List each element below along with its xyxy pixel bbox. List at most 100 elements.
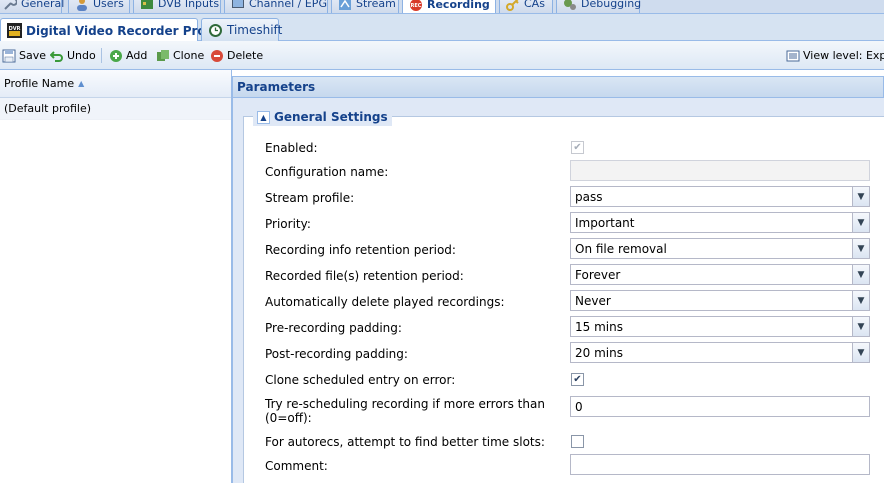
tab-label: Recording xyxy=(427,0,490,11)
priority-select[interactable]: Important ▼ xyxy=(570,212,870,233)
priority-label: Priority: xyxy=(265,217,311,231)
tab-label: Timeshift xyxy=(227,23,283,37)
clone-icon xyxy=(156,49,170,63)
clone-on-error-label: Clone scheduled entry on error: xyxy=(265,373,456,387)
auto-delete-label: Automatically delete played recordings: xyxy=(265,295,505,309)
autorec-slots-label: For autorecs, attempt to find better tim… xyxy=(265,435,545,449)
config-name-input[interactable] xyxy=(570,160,870,181)
tab-users[interactable]: Users xyxy=(68,0,130,13)
collapse-icon[interactable]: ▲ xyxy=(257,110,270,124)
undo-label: Undo xyxy=(67,49,96,62)
info-retention-label: Recording info retention period: xyxy=(265,243,456,257)
post-padding-select[interactable]: 20 mins ▼ xyxy=(570,342,870,363)
comment-input[interactable] xyxy=(570,454,870,475)
column-header-label: Profile Name xyxy=(4,77,75,90)
tab-general[interactable]: General xyxy=(0,0,65,13)
chevron-down-icon[interactable]: ▼ xyxy=(852,239,869,258)
tab-label: DVB Inputs xyxy=(158,0,220,10)
stream-icon xyxy=(338,0,352,11)
view-level-button[interactable]: View level: Expe xyxy=(786,47,884,64)
parameters-panel: Parameters Enabled: ✔ Configuration name… xyxy=(232,70,884,483)
clone-button[interactable]: Clone xyxy=(156,47,204,64)
tab-cas[interactable]: CAs xyxy=(499,0,553,13)
general-settings-legend[interactable]: ▲ General Settings xyxy=(253,108,392,126)
add-icon xyxy=(109,49,123,63)
comment-label: Comment: xyxy=(265,459,328,473)
toolbar: Save Undo Add Clone Delete View level: E… xyxy=(0,41,884,70)
reschedule-input[interactable]: 0 xyxy=(570,396,870,417)
tab-channel-epg[interactable]: Channel / EPG xyxy=(224,0,328,13)
add-label: Add xyxy=(126,49,148,62)
clock-icon xyxy=(208,23,223,38)
autorec-slots-checkbox[interactable] xyxy=(571,435,584,448)
enabled-label: Enabled: xyxy=(265,141,318,155)
column-header-profile-name[interactable]: Profile Name ▲ xyxy=(0,70,231,98)
post-padding-label: Post-recording padding: xyxy=(265,347,408,361)
clone-on-error-checkbox[interactable]: ✔ xyxy=(571,373,584,386)
config-name-label: Configuration name: xyxy=(265,165,389,179)
priority-value: Important xyxy=(575,215,635,230)
general-settings-fieldset: Enabled: ✔ Configuration name: Stream pr… xyxy=(243,116,884,483)
main-tab-bar: General Users DVB Inputs Channel / EPG S… xyxy=(0,0,884,14)
sort-asc-icon: ▲ xyxy=(78,79,85,88)
delete-button[interactable]: Delete xyxy=(210,47,263,64)
tab-debugging[interactable]: Debugging xyxy=(556,0,642,13)
add-button[interactable]: Add xyxy=(109,47,147,64)
clone-label: Clone xyxy=(173,49,205,62)
panel-title: Parameters xyxy=(232,76,884,98)
file-retention-select[interactable]: Forever ▼ xyxy=(570,264,870,285)
tab-label: Stream xyxy=(356,0,396,10)
enabled-checkbox[interactable]: ✔ xyxy=(571,141,584,154)
tab-timeshift[interactable]: Timeshift xyxy=(201,18,283,41)
delete-icon xyxy=(210,49,224,63)
pre-padding-select[interactable]: 15 mins ▼ xyxy=(570,316,870,337)
dvb-card-icon xyxy=(140,0,154,11)
stream-profile-label: Stream profile: xyxy=(265,191,355,205)
dvr-icon: DVR xyxy=(7,23,22,38)
svg-text:REC: REC xyxy=(411,3,422,9)
tab-label: CAs xyxy=(524,0,545,10)
table-row[interactable]: (Default profile) xyxy=(0,98,231,120)
tab-dvr-profiles[interactable]: DVR Digital Video Recorder Profiles xyxy=(0,18,234,42)
tab-dvb-inputs[interactable]: DVB Inputs xyxy=(133,0,221,13)
tab-recording[interactable]: REC Recording xyxy=(402,0,496,13)
svg-text:DVR: DVR xyxy=(9,26,21,32)
chevron-down-icon[interactable]: ▼ xyxy=(852,291,869,310)
panel-body: Enabled: ✔ Configuration name: Stream pr… xyxy=(232,98,884,483)
chevron-down-icon[interactable]: ▼ xyxy=(852,317,869,336)
info-retention-select[interactable]: On file removal ▼ xyxy=(570,238,870,259)
chevron-down-icon[interactable]: ▼ xyxy=(852,343,869,362)
wrench-icon xyxy=(3,0,18,11)
chevron-down-icon[interactable]: ▼ xyxy=(852,187,869,206)
chevron-down-icon[interactable]: ▼ xyxy=(852,213,869,232)
profile-grid: Profile Name ▲ (Default profile) xyxy=(0,70,232,483)
tab-label: Channel / EPG xyxy=(249,0,327,10)
tab-label: General xyxy=(21,0,65,10)
tab-stream[interactable]: Stream xyxy=(331,0,399,13)
profile-name-cell: (Default profile) xyxy=(4,102,92,115)
chevron-down-icon[interactable]: ▼ xyxy=(852,265,869,284)
tab-label: Debugging xyxy=(581,0,642,10)
section-title: General Settings xyxy=(274,110,388,124)
view-level-label: View level: Expe xyxy=(803,49,884,62)
file-retention-label: Recorded file(s) retention period: xyxy=(265,269,464,283)
auto-delete-value: Never xyxy=(575,293,611,308)
stream-profile-select[interactable]: pass ▼ xyxy=(570,186,870,207)
stream-profile-value: pass xyxy=(575,189,603,204)
undo-icon xyxy=(49,49,64,63)
info-retention-value: On file removal xyxy=(575,241,667,256)
save-label: Save xyxy=(19,49,47,62)
sub-tab-bar: DVR Digital Video Recorder Profiles Time… xyxy=(0,14,884,42)
pre-padding-value: 15 mins xyxy=(575,319,623,334)
delete-label: Delete xyxy=(227,49,264,62)
rec-icon: REC xyxy=(409,0,423,12)
undo-button[interactable]: Undo xyxy=(49,47,96,64)
auto-delete-select[interactable]: Never ▼ xyxy=(570,290,870,311)
view-level-icon xyxy=(786,49,800,63)
save-button[interactable]: Save xyxy=(2,47,46,64)
reschedule-label: Try re-scheduling recording if more erro… xyxy=(265,397,545,425)
gears-icon xyxy=(563,0,577,11)
pre-padding-label: Pre-recording padding: xyxy=(265,321,402,335)
tab-label: Users xyxy=(93,0,124,10)
users-icon xyxy=(75,0,89,11)
